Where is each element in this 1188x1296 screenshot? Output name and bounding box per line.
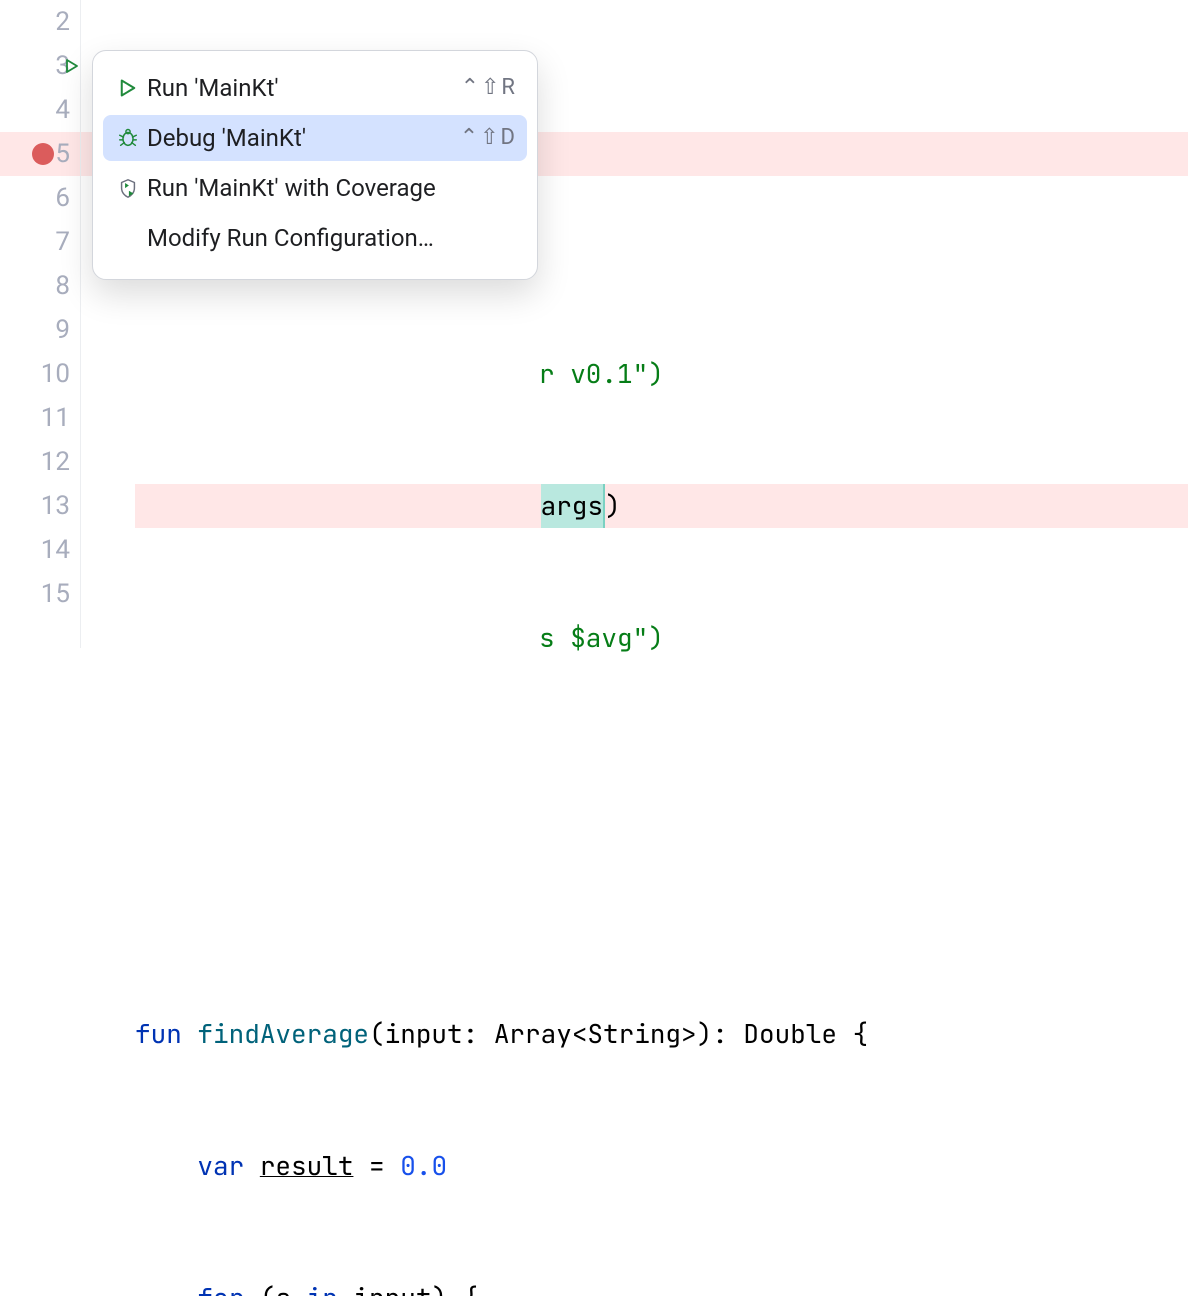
line-number: 11 bbox=[41, 396, 70, 440]
code-line: r v0.1") bbox=[135, 352, 1188, 396]
line-number: 2 bbox=[55, 0, 70, 44]
menu-item-coverage[interactable]: Run 'MainKt' with Coverage bbox=[103, 165, 527, 211]
menu-item-label: Run 'MainKt' with Coverage bbox=[147, 166, 517, 210]
code-line bbox=[135, 880, 1188, 924]
line-number: 8 bbox=[55, 264, 70, 308]
code-editor: 2 3 4 5 6 7 8 9 10 11 12 13 14 15 g>) { … bbox=[0, 0, 1188, 648]
line-number: 5 bbox=[55, 132, 70, 176]
code-line: for (s in input) { bbox=[135, 1276, 1188, 1296]
line-number: 12 bbox=[41, 440, 70, 484]
breakpoint-icon[interactable] bbox=[32, 143, 54, 165]
gutter[interactable]: 2 3 4 5 6 7 8 9 10 11 12 13 14 15 bbox=[0, 0, 80, 648]
menu-item-label: Modify Run Configuration… bbox=[147, 216, 517, 260]
menu-item-shortcut: ⌃⇧D bbox=[460, 116, 517, 160]
code-line bbox=[135, 748, 1188, 792]
line-number: 15 bbox=[41, 572, 70, 616]
code-line: ..........................args ) bbox=[135, 484, 1188, 528]
debug-icon bbox=[109, 127, 147, 149]
coverage-icon bbox=[109, 177, 147, 199]
run-context-menu: Run 'MainKt' ⌃⇧R Debug 'MainKt' ⌃⇧D bbox=[92, 50, 538, 280]
line-number: 9 bbox=[55, 308, 70, 352]
code-line: s $avg") bbox=[135, 616, 1188, 660]
code-line: fun findAverage(input: Array<String>): D… bbox=[135, 1012, 1188, 1056]
menu-item-label: Run 'MainKt' bbox=[147, 66, 461, 110]
menu-item-modify-configuration[interactable]: Modify Run Configuration… bbox=[103, 215, 527, 261]
menu-item-label: Debug 'MainKt' bbox=[147, 116, 460, 160]
menu-item-debug[interactable]: Debug 'MainKt' ⌃⇧D bbox=[103, 115, 527, 161]
line-number: 10 bbox=[41, 352, 70, 396]
code-line: var result = 0.0 bbox=[135, 1144, 1188, 1188]
line-number: 14 bbox=[41, 528, 70, 572]
line-number: 4 bbox=[55, 88, 70, 132]
menu-item-shortcut: ⌃⇧R bbox=[461, 66, 517, 110]
line-number: 7 bbox=[55, 220, 70, 264]
menu-item-run[interactable]: Run 'MainKt' ⌃⇧R bbox=[103, 65, 527, 111]
line-number: 6 bbox=[55, 176, 70, 220]
run-icon bbox=[109, 78, 147, 98]
